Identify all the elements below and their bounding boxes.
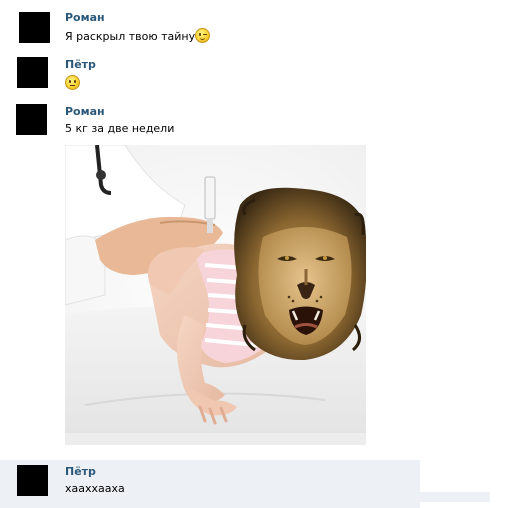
message-text-content: Я раскрыл твою тайну — [65, 30, 196, 43]
neutral-smiley-icon — [65, 75, 80, 90]
photo-attachment[interactable] — [65, 145, 366, 445]
message-highlight — [0, 460, 420, 508]
message-highlight-tail — [420, 492, 490, 502]
message-text: 5 кг за две недели — [65, 122, 175, 135]
avatar[interactable] — [17, 465, 48, 496]
message-text: хааххааха — [65, 482, 125, 495]
avatar[interactable] — [19, 12, 50, 43]
message-text: Я раскрыл твою тайну — [65, 28, 211, 44]
message-text — [65, 75, 80, 91]
author-name[interactable]: Пётр — [65, 58, 96, 72]
author-name[interactable]: Роман — [65, 11, 105, 25]
author-name[interactable]: Пётр — [65, 465, 96, 479]
avatar[interactable] — [17, 57, 48, 88]
photo-image — [65, 145, 366, 445]
author-name[interactable]: Роман — [65, 105, 105, 119]
chat-history: Роман Я раскрыл твою тайну Пётр Роман 5 … — [0, 0, 516, 508]
winking-smiley-icon — [195, 28, 211, 43]
avatar[interactable] — [16, 104, 47, 135]
